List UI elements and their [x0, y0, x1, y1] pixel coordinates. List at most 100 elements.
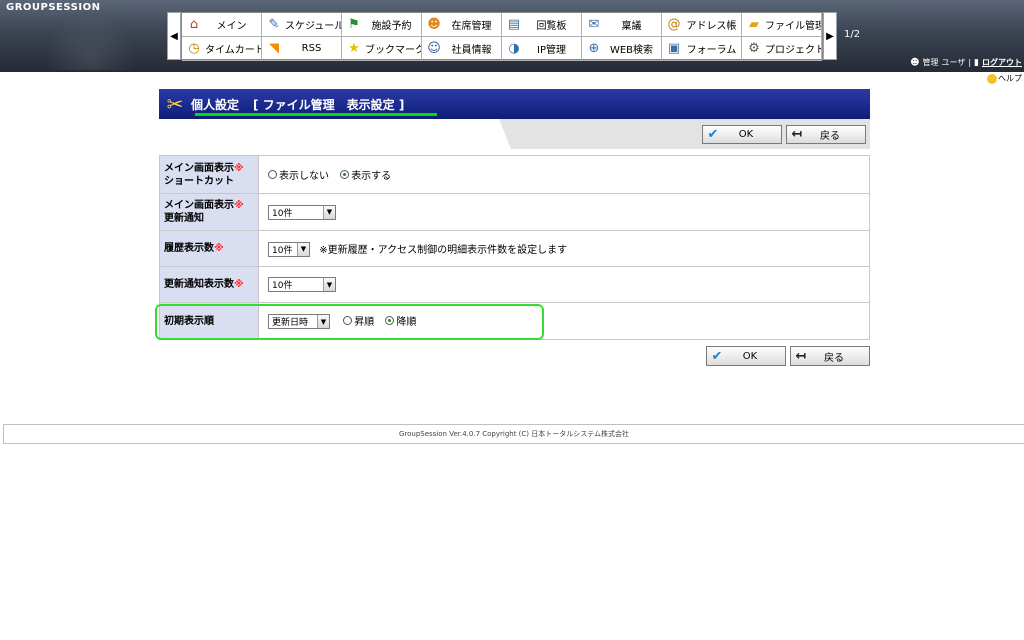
menu-item[interactable]: ◷ タイムカード	[182, 37, 262, 61]
menu-item[interactable]: ⌂ メイン	[182, 13, 262, 37]
ok-button-top[interactable]: ✔ OK	[702, 125, 782, 144]
menu-item[interactable]: ★ ブックマーク	[342, 37, 422, 61]
menu-item-label: アドレス帳	[686, 21, 737, 32]
menu-item-label: RSS	[301, 43, 322, 54]
admin-link[interactable]: 管理	[923, 57, 939, 68]
label-update-count: 更新通知表示数※	[159, 266, 259, 303]
menu-item[interactable]: ▤ 回覧板	[502, 13, 582, 37]
globe-decoration	[40, 16, 140, 70]
menu-item-label: メイン	[216, 21, 247, 32]
menu-prev-button[interactable]: ◀	[167, 12, 181, 60]
menu-item-label: 在席管理	[451, 21, 492, 32]
menu-item-label: 施設予約	[371, 21, 412, 32]
folder-icon: ▰	[749, 17, 759, 32]
menu-item[interactable]: @ アドレス帳	[662, 13, 742, 37]
menu-item[interactable]: ☻ 在席管理	[422, 13, 502, 37]
back-label: 戻る	[820, 131, 840, 142]
approval-icon: ✉	[588, 17, 600, 32]
select-value: 10件	[272, 208, 293, 219]
label-main-update: メイン画面表示※ 更新通知	[159, 193, 259, 231]
menu-item-label: タイムカード	[205, 45, 262, 56]
main-menu: ⌂ メイン ✎ スケジュール ⚑ 施設予約 ☻ 在席管理 ▤ 回覧板 ✉ 稟議 @ アドレス帳 ▰ ファイル管…	[181, 12, 823, 61]
web-search-icon: ⊕	[588, 41, 600, 56]
sort-order-select[interactable]: 更新日時 ▼	[268, 314, 330, 329]
triangle-left-icon: ◀	[170, 30, 178, 42]
menu-item[interactable]: ▰ ファイル管理	[742, 13, 822, 37]
logout-icon: ▮	[974, 57, 979, 68]
back-label: 戻る	[824, 352, 844, 364]
ok-button-bottom[interactable]: ✔ OK	[706, 346, 786, 366]
user-link[interactable]: ユーザ	[942, 57, 966, 68]
settings-form: メイン画面表示※ ショートカット 表示しない 表示する メイン画面表示※ 更新通…	[159, 155, 870, 340]
forum-icon: ▣	[667, 41, 681, 56]
menu-item[interactable]: ⊕ WEB検索	[582, 37, 662, 61]
menu-item-label: プロジェクト	[765, 45, 822, 56]
menu-item[interactable]: ✎ スケジュール	[262, 13, 342, 37]
menu-item-label: ブックマーク	[365, 45, 422, 56]
app-logo: GROUPSESSION	[6, 2, 101, 13]
network-icon: ◑	[508, 41, 520, 56]
select-value: 更新日時	[272, 318, 309, 328]
radio-label: 表示しない	[279, 171, 329, 182]
label-text: 更新通知表示数	[164, 279, 234, 290]
radio-show-shortcut[interactable]: 表示する	[340, 167, 391, 182]
chevron-down-icon: ▼	[323, 278, 335, 291]
label-history-count: 履歴表示数※	[159, 230, 259, 267]
required-mark: ※	[234, 162, 244, 174]
menu-item-label: 稟議	[621, 21, 642, 32]
menu-item-label: IP管理	[537, 45, 566, 56]
form-row-main-shortcut: メイン画面表示※ ショートカット 表示しない 表示する	[159, 155, 870, 194]
page-title: 個人設定	[191, 97, 240, 112]
copyright-text: GroupSession Ver.4.0.7 Copyright (C) 日本ト…	[398, 430, 630, 438]
menu-item-label: 社員情報	[451, 45, 492, 56]
circular-icon: ▤	[507, 17, 521, 32]
main-update-select[interactable]: 10件 ▼	[268, 204, 336, 220]
check-icon: ✔	[707, 127, 719, 142]
form-row-update-count: 更新通知表示数※ 10件 ▼	[159, 266, 870, 303]
app-header: GROUPSESSION ◀ ⌂ メイン ✎ スケジュール ⚑ 施設予約 ☻ 在席管理 ▤ 回覧板…	[0, 0, 1024, 72]
footer: GroupSession Ver.4.0.7 Copyright (C) 日本ト…	[3, 424, 1024, 444]
logout-link[interactable]: ログアウト	[982, 57, 1022, 68]
label-text: 履歴表示数	[164, 243, 214, 254]
form-row-history-count: 履歴表示数※ 10件 ▼ ※更新履歴・アクセス制御の明細表示件数を設定します	[159, 230, 870, 267]
project-icon: ⚙	[748, 41, 760, 56]
help-icon	[987, 73, 997, 84]
user-links: ☻ 管理 ユーザ | ▮ ログアウト	[910, 57, 1022, 68]
back-button-top[interactable]: ↤ 戻る	[786, 125, 866, 144]
radio-hide-shortcut[interactable]: 表示しない	[268, 167, 329, 182]
label-line1: メイン画面表示	[164, 200, 234, 211]
label-line2: ショートカット	[164, 175, 234, 187]
label-line2: 更新通知	[164, 213, 204, 224]
history-note: ※更新履歴・アクセス制御の明細表示件数を設定します	[319, 244, 568, 256]
tools-icon: ✂	[166, 92, 184, 116]
chevron-down-icon: ▼	[297, 242, 309, 256]
menu-item[interactable]: ✉ 稟議	[582, 13, 662, 37]
update-count-select[interactable]: 10件 ▼	[268, 277, 336, 292]
star-icon: ★	[348, 41, 360, 56]
radio-label: 降順	[396, 317, 417, 328]
radio-label: 昇順	[354, 317, 375, 328]
menu-next-button[interactable]: ▶	[823, 12, 837, 60]
label-sort-order: 初期表示順	[159, 302, 259, 340]
menu-item-label: 回覧板	[536, 21, 567, 32]
label-line1: メイン画面表示	[164, 162, 234, 174]
menu-item[interactable]: ⚑ 施設予約	[342, 13, 422, 37]
menu-item[interactable]: ⚙ プロジェクト	[742, 37, 822, 61]
menu-item[interactable]: ◑ IP管理	[502, 37, 582, 61]
radio-ascending[interactable]: 昇順	[343, 313, 374, 328]
menu-item-label: ファイル管理	[765, 21, 822, 32]
ok-label: OK	[742, 350, 758, 362]
facility-icon: ⚑	[348, 17, 360, 32]
radio-circle-selected	[385, 316, 395, 325]
required-mark: ※	[234, 279, 244, 290]
menu-item[interactable]: ▣ フォーラム	[662, 37, 742, 61]
radio-descending[interactable]: 降順	[385, 313, 416, 328]
required-mark: ※	[214, 243, 224, 254]
back-button-bottom[interactable]: ↤ 戻る	[790, 346, 870, 366]
help-link[interactable]: ヘルプ	[987, 73, 1022, 84]
menu-item[interactable]: ◥ RSS	[262, 37, 342, 61]
history-count-select[interactable]: 10件 ▼	[268, 241, 310, 257]
form-row-sort-order: 初期表示順 更新日時 ▼ 昇順 降順	[159, 302, 870, 340]
menu-item[interactable]: ☺ 社員情報	[422, 37, 502, 61]
label-main-shortcut: メイン画面表示※ ショートカット	[159, 155, 259, 194]
